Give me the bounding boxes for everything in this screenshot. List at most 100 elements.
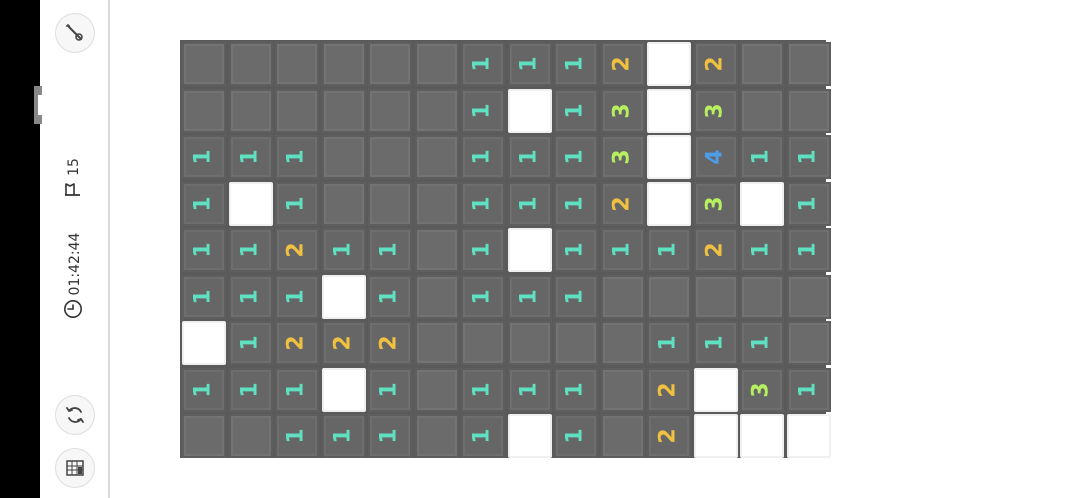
cell-number[interactable]: 4 [693, 135, 738, 179]
cell-unrevealed[interactable] [414, 274, 459, 319]
cell-number[interactable]: 1 [182, 274, 226, 319]
cell-number[interactable]: 3 [600, 135, 645, 179]
cell-empty[interactable] [786, 414, 831, 458]
cell-number[interactable]: 2 [693, 42, 738, 86]
cell-unrevealed[interactable] [554, 321, 598, 365]
menu-button[interactable] [56, 449, 94, 487]
cell-empty[interactable] [228, 181, 273, 226]
cell-number[interactable]: 1 [461, 135, 505, 179]
cell-number[interactable]: 1 [554, 88, 598, 133]
cell-number[interactable]: 1 [321, 414, 366, 458]
cell-number[interactable]: 2 [275, 321, 319, 365]
cell-empty[interactable] [740, 181, 784, 226]
cell-empty[interactable] [647, 88, 691, 133]
cell-number[interactable]: 1 [554, 42, 598, 86]
cell-number[interactable]: 2 [600, 42, 645, 86]
cell-number[interactable]: 1 [368, 274, 412, 319]
cell-empty[interactable] [182, 321, 226, 365]
cell-number[interactable]: 1 [228, 367, 273, 412]
cell-unrevealed[interactable] [600, 367, 645, 412]
cell-number[interactable]: 1 [182, 367, 226, 412]
cell-number[interactable]: 1 [507, 181, 552, 226]
cell-unrevealed[interactable] [414, 228, 459, 272]
cell-empty[interactable] [647, 135, 691, 179]
cell-number[interactable]: 1 [647, 321, 691, 365]
cell-unrevealed[interactable] [786, 274, 831, 319]
cell-unrevealed[interactable] [414, 321, 459, 365]
cell-unrevealed[interactable] [740, 88, 784, 133]
cell-unrevealed[interactable] [507, 321, 552, 365]
cell-unrevealed[interactable] [740, 274, 784, 319]
cell-unrevealed[interactable] [321, 42, 366, 86]
cell-number[interactable]: 1 [228, 274, 273, 319]
cell-unrevealed[interactable] [182, 42, 226, 86]
cell-unrevealed[interactable] [228, 42, 273, 86]
cell-number[interactable]: 2 [647, 414, 691, 458]
cell-unrevealed[interactable] [368, 181, 412, 226]
cell-number[interactable]: 1 [554, 135, 598, 179]
cell-empty[interactable] [507, 414, 552, 458]
cell-number[interactable]: 1 [275, 135, 319, 179]
cell-empty[interactable] [507, 228, 552, 272]
cell-number[interactable]: 1 [461, 88, 505, 133]
cell-number[interactable]: 1 [740, 321, 784, 365]
cell-unrevealed[interactable] [182, 414, 226, 458]
cell-empty[interactable] [647, 42, 691, 86]
cell-empty[interactable] [507, 88, 552, 133]
cell-number[interactable]: 3 [693, 88, 738, 133]
cell-number[interactable]: 1 [786, 135, 831, 179]
cell-number[interactable]: 1 [740, 228, 784, 272]
cell-number[interactable]: 1 [368, 414, 412, 458]
cell-empty[interactable] [321, 274, 366, 319]
cell-number[interactable]: 2 [600, 181, 645, 226]
cell-unrevealed[interactable] [786, 42, 831, 86]
cell-number[interactable]: 1 [321, 228, 366, 272]
cell-number[interactable]: 1 [228, 321, 273, 365]
cell-number[interactable]: 2 [368, 321, 412, 365]
cell-number[interactable]: 1 [647, 228, 691, 272]
cell-empty[interactable] [321, 367, 366, 412]
cell-unrevealed[interactable] [647, 274, 691, 319]
cell-number[interactable]: 1 [368, 367, 412, 412]
cell-number[interactable]: 1 [507, 367, 552, 412]
hint-button[interactable] [56, 14, 94, 52]
cell-unrevealed[interactable] [414, 181, 459, 226]
cell-number[interactable]: 2 [321, 321, 366, 365]
cell-unrevealed[interactable] [414, 88, 459, 133]
cell-number[interactable]: 1 [275, 181, 319, 226]
cell-empty[interactable] [693, 414, 738, 458]
cell-empty[interactable] [740, 414, 784, 458]
cell-unrevealed[interactable] [275, 42, 319, 86]
cell-unrevealed[interactable] [600, 414, 645, 458]
cell-number[interactable]: 1 [554, 367, 598, 412]
cell-number[interactable]: 1 [461, 42, 505, 86]
cell-number[interactable]: 3 [693, 181, 738, 226]
cell-unrevealed[interactable] [461, 321, 505, 365]
cell-number[interactable]: 1 [275, 414, 319, 458]
cell-unrevealed[interactable] [275, 88, 319, 133]
cell-number[interactable]: 1 [461, 367, 505, 412]
cell-unrevealed[interactable] [182, 88, 226, 133]
cell-unrevealed[interactable] [228, 414, 273, 458]
cell-number[interactable]: 2 [647, 367, 691, 412]
cell-number[interactable]: 1 [507, 274, 552, 319]
cell-number[interactable]: 1 [228, 228, 273, 272]
cell-number[interactable]: 1 [786, 181, 831, 226]
cell-unrevealed[interactable] [414, 42, 459, 86]
cell-number[interactable]: 1 [554, 181, 598, 226]
cell-number[interactable]: 1 [554, 228, 598, 272]
cell-number[interactable]: 1 [507, 42, 552, 86]
cell-unrevealed[interactable] [321, 88, 366, 133]
cell-number[interactable]: 1 [275, 274, 319, 319]
cell-unrevealed[interactable] [321, 135, 366, 179]
cell-number[interactable]: 1 [461, 414, 505, 458]
cell-number[interactable]: 2 [693, 228, 738, 272]
cell-number[interactable]: 1 [786, 228, 831, 272]
cell-number[interactable]: 1 [182, 228, 226, 272]
cell-unrevealed[interactable] [414, 414, 459, 458]
cell-number[interactable]: 1 [554, 274, 598, 319]
restart-button[interactable] [56, 396, 94, 434]
cell-number[interactable]: 1 [182, 135, 226, 179]
cell-empty[interactable] [693, 367, 738, 412]
cell-unrevealed[interactable] [414, 367, 459, 412]
